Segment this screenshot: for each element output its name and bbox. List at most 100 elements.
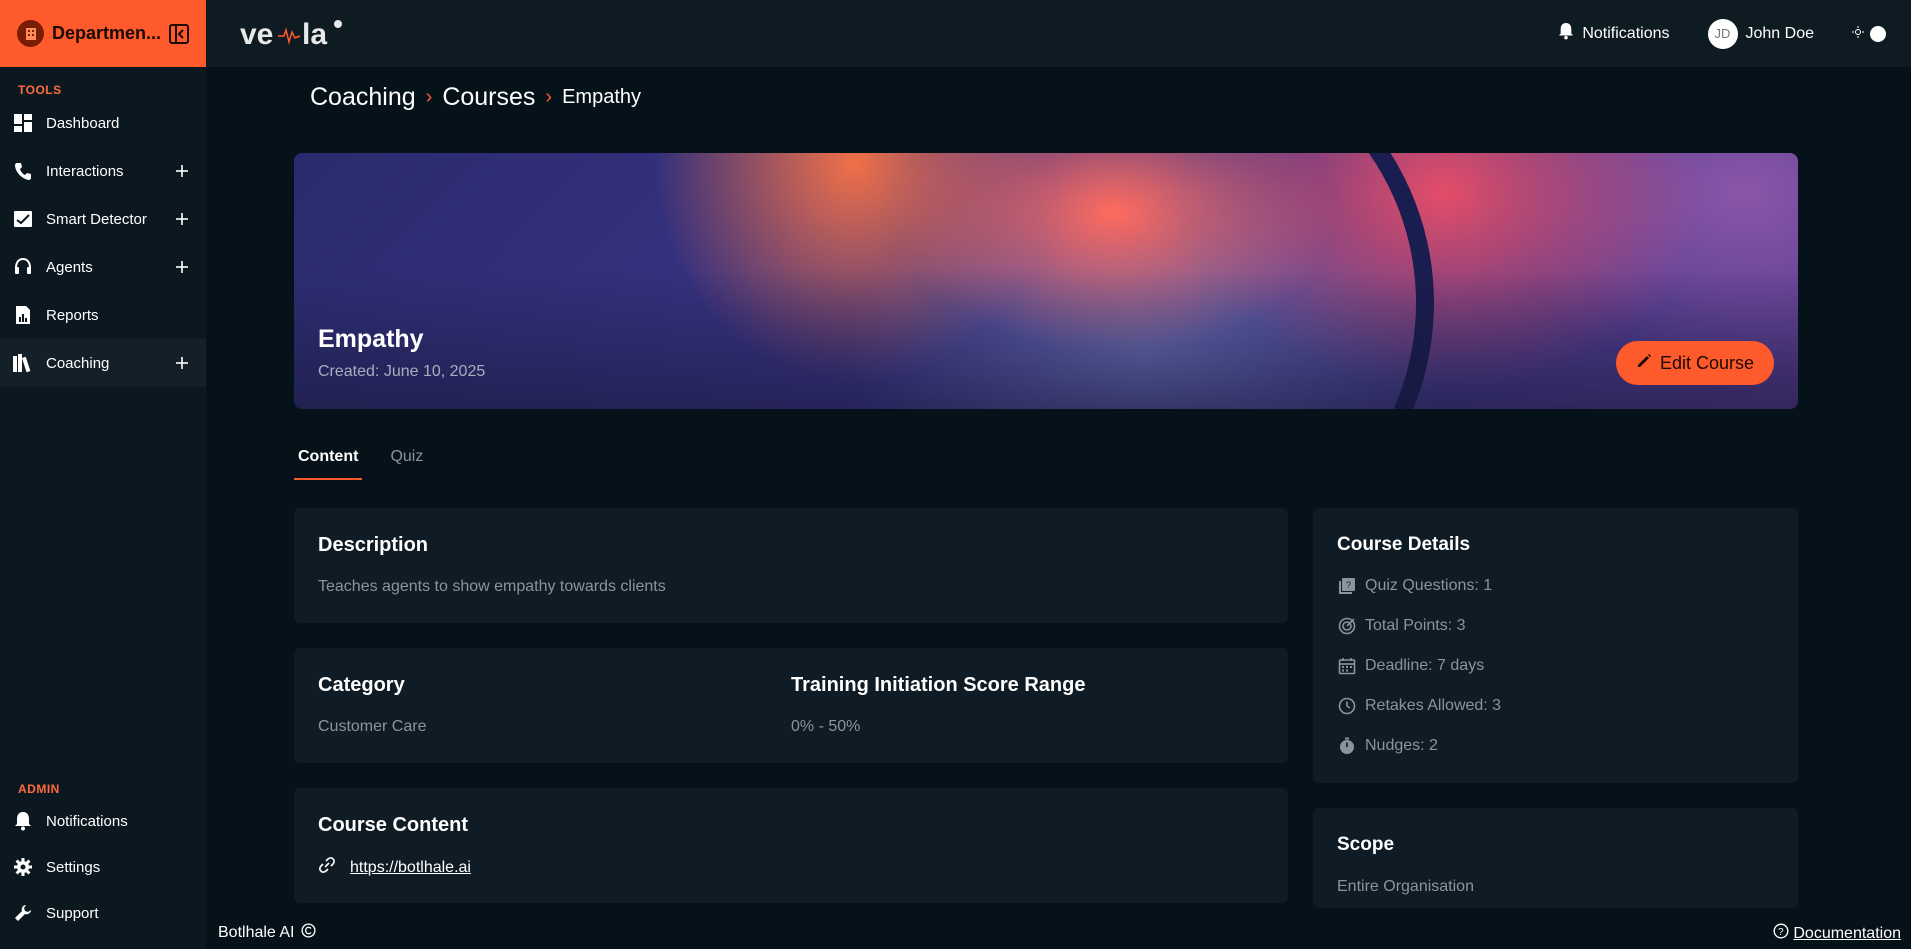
sidebar-item-label: Notifications [46, 812, 128, 830]
course-content-title: Course Content [318, 814, 468, 836]
sidebar-item-label: Smart Detector [46, 210, 147, 228]
building-icon [17, 20, 44, 47]
sidebar-item-label: Agents [46, 258, 93, 276]
description-title: Description [318, 534, 429, 556]
help-icon: ? [1773, 923, 1789, 944]
phone-icon [12, 160, 34, 182]
books-icon [12, 352, 34, 374]
svg-text:ve: ve [240, 18, 273, 51]
score-range-title: Training Initiation Score Range [791, 674, 1086, 696]
svg-text:?: ? [1346, 580, 1351, 590]
category-value: Customer Care [318, 718, 427, 735]
footer-documentation[interactable]: ? Documentation [1773, 923, 1901, 944]
tools-section-label: TOOLS [18, 83, 62, 97]
course-tabs: Content Quiz [294, 440, 451, 480]
scope-value: Entire Organisation [1337, 878, 1474, 895]
dashboard-icon [12, 112, 34, 134]
course-details-title: Course Details [1337, 534, 1471, 555]
description-text: Teaches agents to show empathy towards c… [318, 578, 666, 595]
checkbox-chart-icon [12, 208, 34, 230]
avatar: JD [1707, 18, 1738, 49]
user-menu[interactable]: JD John Doe [1707, 18, 1815, 49]
expand-plus-icon[interactable] [174, 259, 190, 275]
sidebar-item-agents[interactable]: Agents [0, 243, 206, 291]
footer-copyright: Botlhale AI [218, 923, 316, 943]
toggle-knob [1870, 25, 1886, 42]
sidebar-item-reports[interactable]: Reports [0, 291, 206, 339]
score-range-value: 0% - 50% [791, 718, 861, 735]
detail-retakes: Retakes Allowed: 3 [1337, 686, 1501, 726]
sidebar-item-support[interactable]: Support [0, 890, 206, 936]
description-card: Description Teaches agents to show empat… [294, 508, 1288, 623]
notifications-label: Notifications [1582, 24, 1670, 42]
breadcrumb-courses[interactable]: Courses [442, 83, 535, 112]
course-content-card: Course Content https://botlhale.ai [294, 788, 1288, 903]
calendar-icon [1337, 656, 1357, 676]
copyright-icon [300, 923, 316, 943]
chevron-right-icon: › [545, 86, 553, 108]
vela-logo-icon: ve la [240, 18, 342, 51]
expand-plus-icon[interactable] [174, 211, 190, 227]
sidebar: Departmen... TOOLS Dashboard Interaction… [0, 0, 206, 949]
sidebar-item-label: Support [46, 904, 99, 922]
scope-title: Scope [1337, 834, 1395, 855]
headset-icon [12, 256, 34, 278]
department-name: Departmen... [52, 23, 162, 43]
svg-text:la: la [302, 18, 327, 51]
clock-icon [1337, 696, 1357, 716]
course-created-date: Created: June 10, 2025 [318, 363, 486, 380]
category-card: Category Customer Care Training Initiati… [294, 648, 1288, 763]
tab-quiz[interactable]: Quiz [386, 440, 427, 480]
svg-text:?: ? [1778, 927, 1784, 938]
edit-course-label: Edit Course [1659, 352, 1755, 373]
expand-plus-icon[interactable] [174, 355, 190, 371]
sidebar-item-smart-detector[interactable]: Smart Detector [0, 195, 206, 243]
sidebar-item-label: Coaching [46, 354, 110, 372]
theme-toggle[interactable] [1852, 25, 1886, 43]
wrench-icon [12, 902, 34, 924]
department-switcher[interactable]: Departmen... [0, 0, 206, 67]
detail-quiz-questions: ? Quiz Questions: 1 [1337, 566, 1501, 606]
sidebar-item-settings[interactable]: Settings [0, 844, 206, 890]
target-icon [1337, 616, 1357, 636]
report-icon [12, 304, 34, 326]
detail-nudges: Nudges: 2 [1337, 726, 1501, 766]
admin-section-label: ADMIN [18, 782, 60, 796]
sidebar-item-label: Dashboard [46, 114, 120, 132]
sidebar-item-notifications[interactable]: Notifications [0, 798, 206, 844]
course-content-link[interactable]: https://botlhale.ai [350, 859, 471, 877]
sidebar-item-interactions[interactable]: Interactions [0, 147, 206, 195]
bell-icon [1558, 22, 1574, 45]
timer-icon [1337, 736, 1357, 756]
sidebar-item-label: Interactions [46, 162, 124, 180]
user-name: John Doe [1745, 24, 1815, 42]
breadcrumb-coaching[interactable]: Coaching [310, 83, 416, 112]
breadcrumb: Coaching › Courses › Empathy [310, 83, 641, 112]
gear-icon [12, 856, 34, 878]
top-bar: ve la Notifications JD John Doe [206, 0, 1911, 67]
expand-plus-icon[interactable] [174, 163, 190, 179]
breadcrumb-current: Empathy [562, 86, 642, 108]
tab-content[interactable]: Content [294, 440, 363, 480]
pencil-icon [1636, 353, 1652, 374]
collapse-sidebar-icon[interactable] [167, 22, 191, 46]
detail-total-points: Total Points: 3 [1337, 606, 1501, 646]
course-details-card: Course Details ? Quiz Questions: 1 Total… [1313, 508, 1798, 783]
detail-deadline: Deadline: 7 days [1337, 646, 1501, 686]
category-title: Category [318, 674, 405, 696]
scope-card: Scope Entire Organisation [1313, 808, 1798, 908]
sidebar-item-dashboard[interactable]: Dashboard [0, 99, 206, 147]
documentation-link[interactable]: Documentation [1793, 925, 1901, 943]
brand-logo[interactable]: ve la [238, 14, 348, 54]
sun-icon [1852, 25, 1864, 43]
course-title: Empathy [318, 325, 424, 353]
sidebar-item-label: Reports [46, 306, 99, 324]
sidebar-item-coaching[interactable]: Coaching [0, 339, 206, 387]
chevron-right-icon: › [425, 86, 433, 108]
bell-icon [12, 810, 34, 832]
edit-course-button[interactable]: Edit Course [1616, 341, 1774, 385]
sidebar-item-label: Settings [46, 858, 101, 876]
top-notifications-button[interactable]: Notifications [1558, 22, 1670, 45]
link-icon [318, 856, 336, 879]
course-banner: Empathy Created: June 10, 2025 Edit Cour… [294, 153, 1798, 409]
